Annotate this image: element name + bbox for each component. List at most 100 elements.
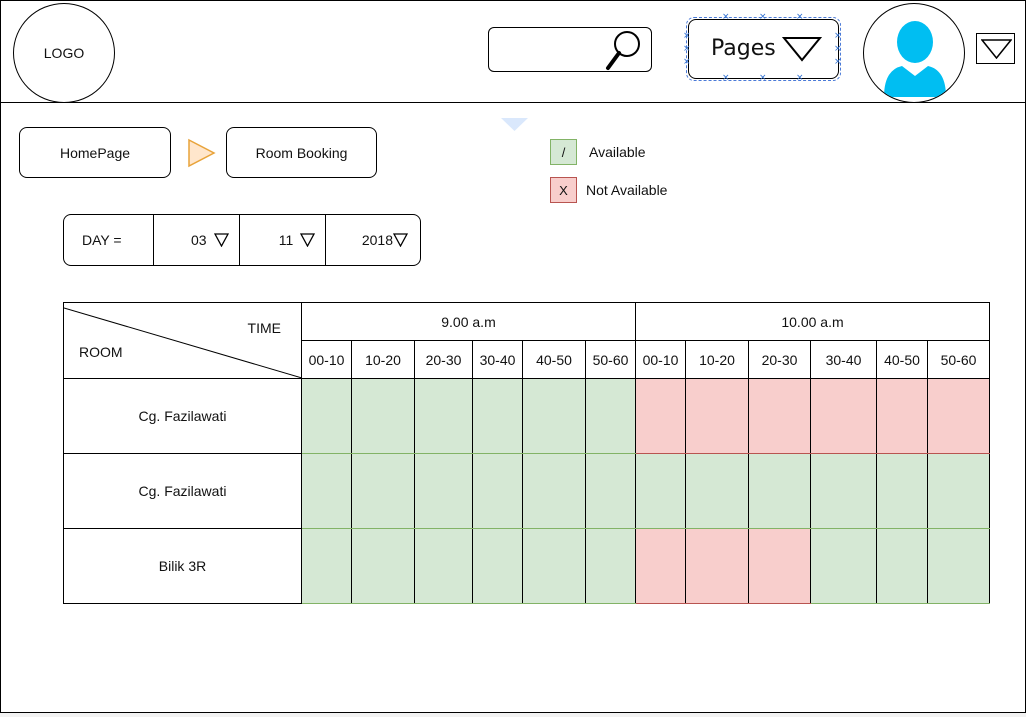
search-input[interactable]	[488, 27, 652, 72]
legend-not-available-swatch: X	[550, 177, 577, 203]
slot-available[interactable]	[472, 528, 523, 604]
breadcrumb-label: HomePage	[59, 144, 131, 161]
date-filter-label: DAY =	[64, 215, 153, 265]
date-filter: DAY = 03 11 2018	[63, 214, 421, 266]
year-select[interactable]: 2018	[325, 215, 420, 265]
slot-not-available[interactable]	[635, 528, 686, 604]
chevron-down-icon	[981, 39, 1012, 59]
slot-available[interactable]	[685, 453, 749, 529]
time-slot-header: 00-10	[301, 340, 352, 379]
slot-available[interactable]	[810, 528, 877, 604]
slot-available[interactable]	[927, 528, 990, 604]
header-divider	[1, 102, 1025, 103]
room-name: Bilik 3R	[63, 528, 302, 604]
chevron-down-icon	[300, 233, 316, 247]
slot-available[interactable]	[414, 528, 473, 604]
breadcrumb-homepage[interactable]: HomePage	[19, 127, 171, 178]
selection-handle: ×	[796, 12, 804, 22]
slot-available[interactable]	[414, 453, 473, 529]
selection-handle: ×	[683, 31, 691, 41]
hour-header: 9.00 a.m	[301, 302, 636, 341]
slot-available[interactable]	[472, 453, 523, 529]
slot-available[interactable]	[585, 453, 636, 529]
slot-available[interactable]	[351, 453, 415, 529]
time-slot-header: 50-60	[927, 340, 990, 379]
slot-not-available[interactable]	[748, 378, 811, 454]
slot-available[interactable]	[635, 453, 686, 529]
slot-available[interactable]	[522, 378, 586, 454]
time-slot-header: 40-50	[876, 340, 928, 379]
slot-available[interactable]	[522, 453, 586, 529]
slot-not-available[interactable]	[685, 378, 749, 454]
table-row: Cg. Fazilawati	[63, 378, 990, 454]
slot-available[interactable]	[301, 453, 352, 529]
schedule-table: TIME ROOM 9.00 a.m 10.00 a.m 00-10 10-20 2…	[63, 302, 990, 604]
slot-not-available[interactable]	[876, 378, 928, 454]
arrow-right-icon	[188, 138, 216, 168]
selection-handle: ×	[834, 31, 842, 41]
slot-available[interactable]	[876, 453, 928, 529]
legend-available-swatch: /	[550, 139, 577, 165]
slot-available[interactable]	[301, 528, 352, 604]
breadcrumb-room-booking[interactable]: Room Booking	[226, 127, 377, 178]
selection-handle: ×	[759, 73, 767, 83]
time-slot-header: 10-20	[685, 340, 749, 379]
time-slot-header: 20-30	[748, 340, 811, 379]
selection-handle: ×	[759, 12, 767, 22]
collapse-indicator-icon	[501, 118, 528, 131]
time-slot-header: 00-10	[635, 340, 686, 379]
day-select[interactable]: 03	[152, 215, 239, 265]
legend-symbol: X	[559, 182, 568, 198]
time-slot-header: 30-40	[810, 340, 877, 379]
time-axis-label: TIME	[247, 320, 281, 336]
time-slot-header: 10-20	[351, 340, 415, 379]
chevron-down-icon	[213, 233, 229, 247]
slot-available[interactable]	[810, 453, 877, 529]
selection-handle: ×	[722, 12, 730, 22]
month-select[interactable]: 11	[238, 215, 326, 265]
corner-diagonal	[64, 307, 302, 378]
time-slot-header: 30-40	[472, 340, 523, 379]
slot-available[interactable]	[585, 528, 636, 604]
selection-handle: ×	[834, 44, 842, 54]
canvas: LOGO × × × × × × × × × × × × Pages HomeP…	[0, 0, 1026, 713]
slot-available[interactable]	[585, 378, 636, 454]
selection-handle: ×	[796, 73, 804, 83]
slot-available[interactable]	[414, 378, 473, 454]
slot-available[interactable]	[351, 528, 415, 604]
room-axis-label: ROOM	[79, 344, 123, 360]
room-name: Cg. Fazilawati	[63, 378, 302, 454]
pages-dropdown[interactable]: × × × × × × × × × × × × Pages	[683, 13, 842, 83]
slot-not-available[interactable]	[927, 378, 990, 454]
room-rows: Cg. Fazilawati Cg. Fazilawati Bilik 3R	[63, 378, 990, 604]
logo[interactable]: LOGO	[13, 3, 115, 103]
selection-handle: ×	[722, 73, 730, 83]
table-corner: TIME ROOM	[63, 302, 302, 379]
slot-not-available[interactable]	[685, 528, 749, 604]
slot-available[interactable]	[748, 453, 811, 529]
slot-available[interactable]	[927, 453, 990, 529]
logo-text: LOGO	[43, 45, 85, 61]
search-icon[interactable]	[603, 28, 647, 73]
time-slot-header: 40-50	[522, 340, 586, 379]
slot-not-available[interactable]	[810, 378, 877, 454]
time-slot-header: 20-30	[414, 340, 473, 379]
slot-available[interactable]	[876, 528, 928, 604]
chevron-down-icon	[782, 37, 822, 62]
account-menu-button[interactable]	[976, 33, 1015, 64]
selection-handle: ×	[683, 57, 691, 67]
slot-available[interactable]	[351, 378, 415, 454]
day-value: 03	[190, 232, 207, 248]
legend-symbol: /	[561, 144, 566, 160]
slot-available[interactable]	[301, 378, 352, 454]
month-value: 11	[278, 232, 294, 248]
slot-not-available[interactable]	[748, 528, 811, 604]
booking-schedule: TIME ROOM 9.00 a.m 10.00 a.m 00-10 10-20 2…	[63, 302, 990, 604]
legend-not-available-label: Not Available	[586, 182, 668, 198]
user-avatar[interactable]	[863, 3, 965, 103]
hour-header: 10.00 a.m	[635, 302, 990, 341]
chevron-down-icon	[393, 233, 408, 247]
slot-available[interactable]	[472, 378, 523, 454]
slot-available[interactable]	[522, 528, 586, 604]
slot-not-available[interactable]	[635, 378, 686, 454]
